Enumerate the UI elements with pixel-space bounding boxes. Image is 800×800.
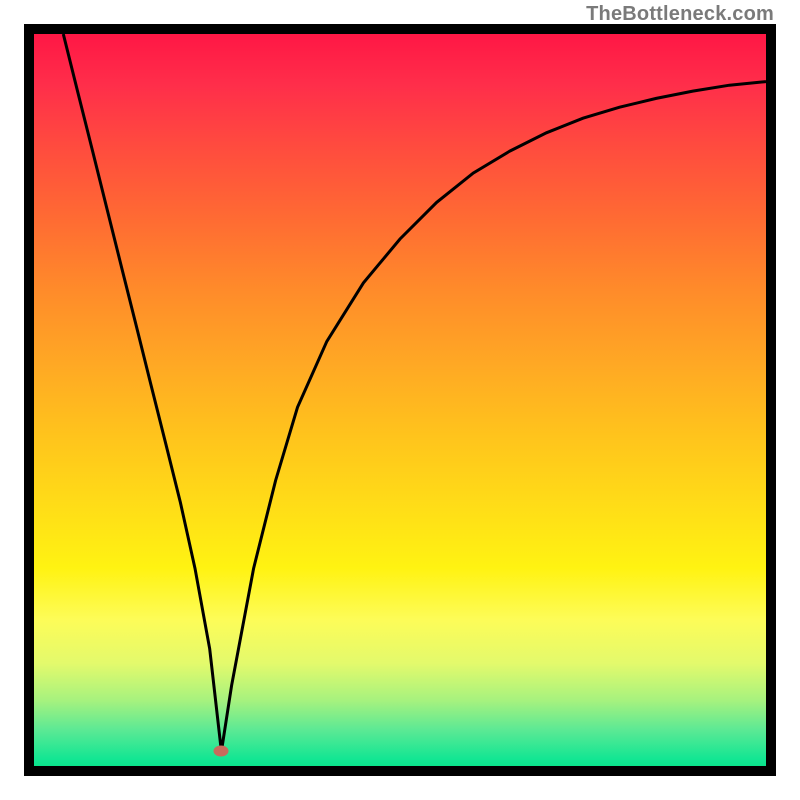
minimum-marker (214, 746, 229, 757)
curve-layer (34, 34, 766, 766)
plot-area (34, 34, 766, 766)
chart-container: TheBottleneck.com (0, 0, 800, 800)
attribution-text: TheBottleneck.com (586, 3, 774, 26)
bottleneck-curve (63, 34, 766, 751)
